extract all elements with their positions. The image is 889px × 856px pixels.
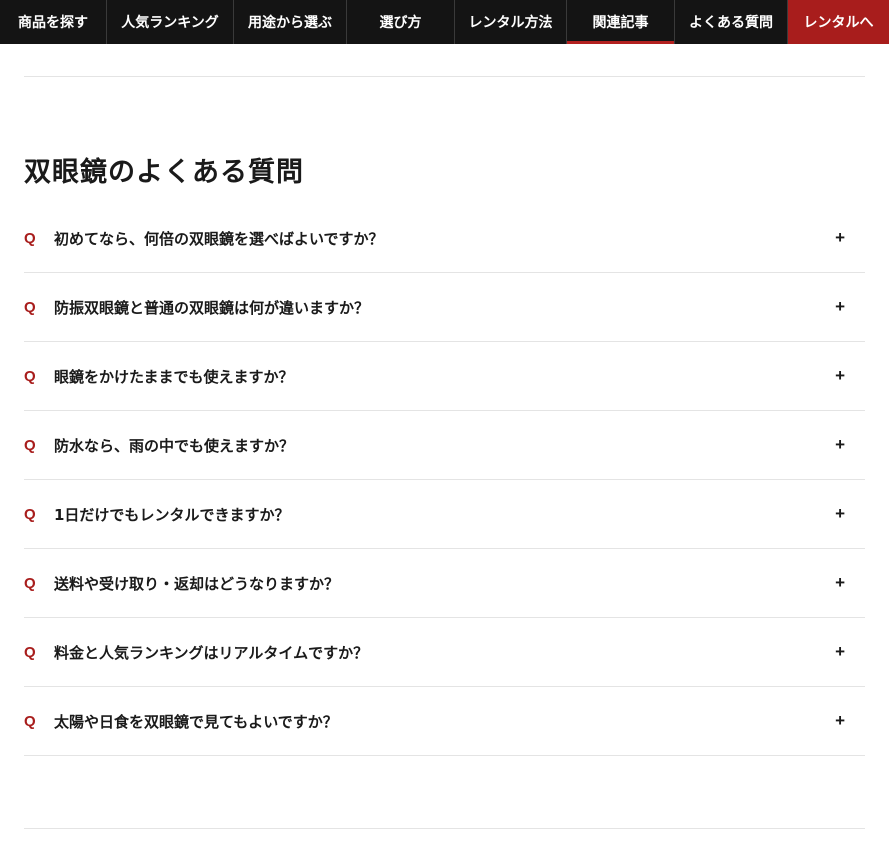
plus-icon[interactable]: + bbox=[835, 435, 845, 455]
faq-q-marker: Q bbox=[24, 367, 36, 385]
nav-item-faq[interactable]: よくある質問 bbox=[675, 0, 788, 44]
faq-item[interactable]: Q 初めてなら、何倍の双眼鏡を選べばよいですか？ + bbox=[24, 204, 865, 273]
plus-icon[interactable]: + bbox=[835, 297, 845, 317]
plus-icon[interactable]: + bbox=[835, 642, 845, 662]
nav-item-rental-method[interactable]: レンタル方法 bbox=[455, 0, 567, 44]
faq-section-title: 双眼鏡のよくある質問 bbox=[24, 157, 304, 188]
nav-item-search-products[interactable]: 商品を探す bbox=[0, 0, 107, 44]
plus-icon[interactable]: + bbox=[835, 573, 845, 593]
faq-list: Q 初めてなら、何倍の双眼鏡を選べばよいですか？ + Q 防振双眼鏡と普通の双眼… bbox=[24, 204, 865, 756]
faq-q-marker: Q bbox=[24, 229, 36, 247]
faq-q-marker: Q bbox=[24, 505, 36, 523]
faq-question: 初めてなら、何倍の双眼鏡を選べばよいですか？ bbox=[54, 229, 384, 248]
faq-question: 料金と人気ランキングはリアルタイムですか？ bbox=[54, 643, 369, 662]
faq-item[interactable]: Q 防水なら、雨の中でも使えますか？ + bbox=[24, 411, 865, 480]
faq-q-marker: Q bbox=[24, 643, 36, 661]
faq-item[interactable]: Q 送料や受け取り・返却はどうなりますか？ + bbox=[24, 549, 865, 618]
faq-q-marker: Q bbox=[24, 712, 36, 730]
nav-item-by-purpose[interactable]: 用途から選ぶ bbox=[234, 0, 347, 44]
plus-icon[interactable]: + bbox=[835, 228, 845, 248]
faq-question: 防振双眼鏡と普通の双眼鏡は何が違いますか？ bbox=[54, 298, 370, 317]
faq-question: 送料や受け取り・返却はどうなりますか？ bbox=[54, 574, 340, 593]
faq-q-marker: Q bbox=[24, 574, 36, 592]
faq-q-marker: Q bbox=[24, 298, 36, 316]
nav-item-related-articles[interactable]: 関連記事 bbox=[567, 0, 675, 44]
plus-icon[interactable]: + bbox=[835, 366, 845, 386]
faq-question: 1日だけでもレンタルできますか？ bbox=[54, 505, 290, 524]
nav-item-how-to-choose[interactable]: 選び方 bbox=[347, 0, 455, 44]
faq-question: 太陽や日食を双眼鏡で見てもよいですか？ bbox=[54, 712, 338, 731]
divider bbox=[24, 76, 865, 77]
faq-q-marker: Q bbox=[24, 436, 36, 454]
faq-item[interactable]: Q 太陽や日食を双眼鏡で見てもよいですか？ + bbox=[24, 687, 865, 756]
faq-item[interactable]: Q 1日だけでもレンタルできますか？ + bbox=[24, 480, 865, 549]
faq-item[interactable]: Q 防振双眼鏡と普通の双眼鏡は何が違いますか？ + bbox=[24, 273, 865, 342]
faq-question: 防水なら、雨の中でも使えますか？ bbox=[54, 436, 295, 455]
plus-icon[interactable]: + bbox=[835, 711, 845, 731]
plus-icon[interactable]: + bbox=[835, 504, 845, 524]
nav-item-go-to-rental[interactable]: レンタルへ bbox=[788, 0, 889, 44]
nav-item-ranking[interactable]: 人気ランキング bbox=[107, 0, 234, 44]
faq-item[interactable]: Q 料金と人気ランキングはリアルタイムですか？ + bbox=[24, 618, 865, 687]
divider bbox=[24, 828, 865, 829]
faq-question: 眼鏡をかけたままでも使えますか？ bbox=[54, 367, 294, 386]
top-nav: 商品を探す 人気ランキング 用途から選ぶ 選び方 レンタル方法 関連記事 よくあ… bbox=[0, 0, 889, 44]
faq-item[interactable]: Q 眼鏡をかけたままでも使えますか？ + bbox=[24, 342, 865, 411]
